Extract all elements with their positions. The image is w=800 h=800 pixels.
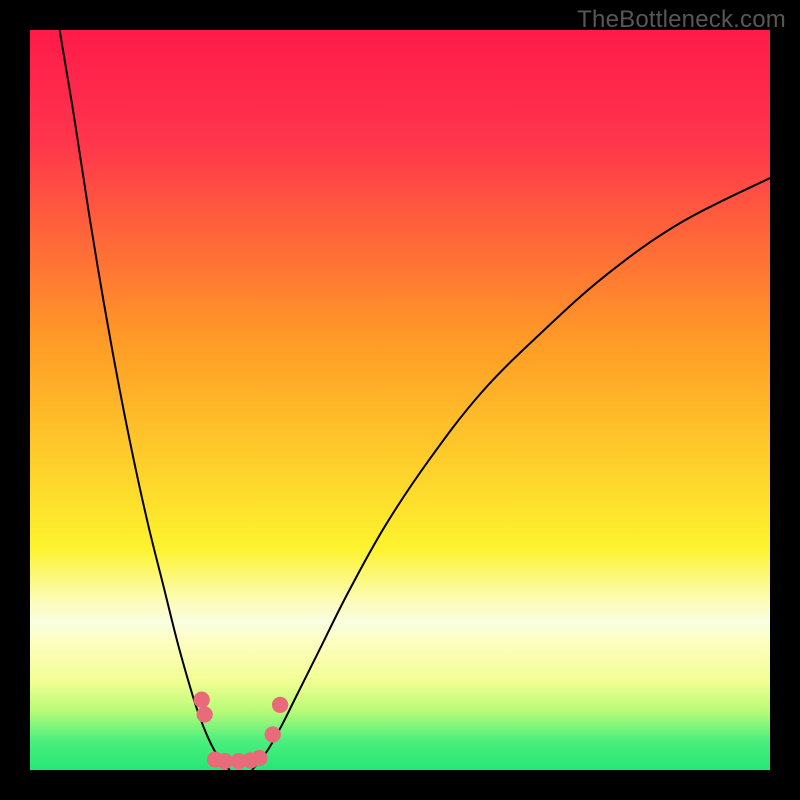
data-marker (194, 692, 210, 708)
data-marker (251, 750, 267, 766)
curves-layer (30, 30, 770, 770)
plot-area (30, 30, 770, 770)
chart-frame: TheBottleneck.com (0, 0, 800, 800)
right-curve (252, 178, 770, 770)
data-marker (272, 697, 288, 713)
data-marker (265, 726, 281, 742)
markers-group (194, 692, 289, 770)
data-marker (197, 706, 213, 722)
watermark-text: TheBottleneck.com (577, 6, 786, 34)
data-marker (216, 753, 232, 769)
left-curve (60, 30, 230, 770)
